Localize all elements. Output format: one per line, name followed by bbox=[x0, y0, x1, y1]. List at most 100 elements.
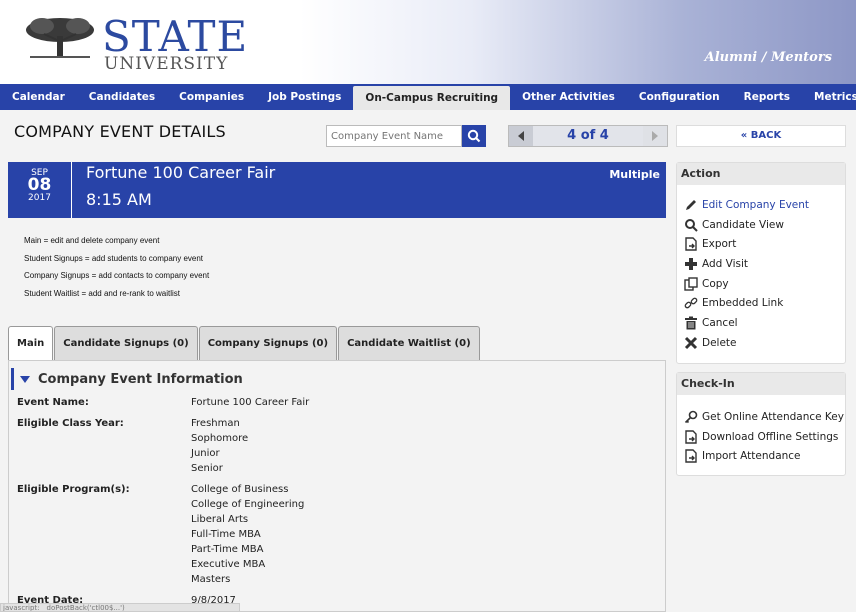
action-label: Copy bbox=[702, 277, 729, 290]
legend-item: Student Signups = add students to compan… bbox=[24, 253, 204, 263]
legend-item: Company Signups = add contacts to compan… bbox=[24, 271, 210, 280]
program-list: College of Business College of Engineeri… bbox=[191, 482, 304, 587]
embedded-link-action[interactable]: Embedded Link bbox=[677, 293, 845, 313]
nav-other-activities[interactable]: Other Activities bbox=[510, 84, 627, 110]
pager-prev-button[interactable] bbox=[509, 126, 533, 146]
plus-icon bbox=[683, 257, 699, 271]
section-toggle[interactable]: Company Event Information bbox=[11, 368, 663, 390]
nav-metrics[interactable]: Metrics bbox=[802, 84, 856, 110]
nav-job-postings[interactable]: Job Postings bbox=[256, 84, 353, 110]
arrow-left-icon bbox=[518, 131, 524, 141]
action-label: Add Visit bbox=[702, 257, 749, 270]
back-button[interactable]: « BACK bbox=[676, 125, 846, 147]
field-row: Eligible Program(s): College of Business… bbox=[17, 482, 657, 587]
checkin-panel: Check-In Get Online Attendance Key Downl… bbox=[676, 372, 846, 476]
checkin-panel-title: Check-In bbox=[677, 373, 845, 395]
nav-candidates[interactable]: Candidates bbox=[77, 84, 167, 110]
nav-calendar[interactable]: Calendar bbox=[0, 84, 77, 110]
pencil-icon bbox=[683, 198, 699, 212]
event-year: 2017 bbox=[28, 193, 51, 203]
tab-candidate-waitlist[interactable]: Candidate Waitlist (0) bbox=[338, 326, 480, 360]
arrow-right-icon bbox=[652, 131, 658, 141]
action-label: Import Attendance bbox=[702, 450, 801, 463]
university-logo[interactable]: STATE UNIVERSITY bbox=[20, 4, 247, 78]
tab-company-signups[interactable]: Company Signups (0) bbox=[198, 326, 338, 360]
action-label: Export bbox=[702, 238, 737, 251]
tab-candidate-signups[interactable]: Candidate Signups (0) bbox=[54, 326, 198, 360]
class-year-list: Freshman Sophomore Junior Senior bbox=[191, 416, 248, 476]
program-item: Full-Time MBA bbox=[191, 529, 261, 540]
search-icon bbox=[467, 129, 481, 143]
section-title: Company Event Information bbox=[38, 371, 243, 387]
nav-on-campus-recruiting[interactable]: On-Campus Recruiting bbox=[353, 86, 511, 110]
search-button[interactable] bbox=[462, 125, 486, 147]
field-row: Eligible Class Year: Freshman Sophomore … bbox=[17, 416, 657, 476]
add-visit-action[interactable]: Add Visit bbox=[677, 254, 845, 274]
program-item: College of Engineering bbox=[191, 499, 305, 510]
pager-next-button[interactable] bbox=[643, 126, 667, 146]
import-icon bbox=[683, 449, 699, 463]
field-label: Eligible Class Year: bbox=[17, 418, 124, 429]
export-icon bbox=[683, 237, 699, 251]
event-tabs: Main Candidate Signups (0) Company Signu… bbox=[8, 326, 481, 360]
trash-icon bbox=[683, 316, 699, 330]
legend-item: Main = edit and delete company event bbox=[24, 236, 160, 245]
action-panel-title: Action bbox=[677, 163, 845, 185]
site-header: STATE UNIVERSITY Alumni / Mentors bbox=[0, 0, 856, 84]
tab-legend: Main = edit and delete company event Stu… bbox=[24, 232, 209, 302]
nav-companies[interactable]: Companies bbox=[167, 84, 256, 110]
program-item: Liberal Arts bbox=[191, 514, 249, 525]
action-label: Candidate View bbox=[702, 218, 784, 231]
portal-name: Alumni / Mentors bbox=[704, 50, 832, 65]
copy-icon bbox=[683, 276, 699, 291]
record-pager: 4 of 4 bbox=[508, 125, 668, 147]
legend-item: Student Waitlist = add and re-rank to wa… bbox=[24, 288, 180, 298]
magnifier-icon bbox=[683, 218, 699, 232]
event-name-value: Fortune 100 Career Fair bbox=[191, 397, 310, 408]
key-icon bbox=[683, 410, 699, 424]
field-label: Eligible Program(s): bbox=[17, 484, 130, 495]
tree-logo-icon bbox=[26, 18, 94, 58]
download-icon bbox=[683, 429, 699, 444]
class-year-item: Junior bbox=[191, 448, 220, 459]
nav-reports[interactable]: Reports bbox=[732, 84, 802, 110]
page-title: COMPANY EVENT DETAILS bbox=[14, 122, 226, 141]
program-item: College of Business bbox=[191, 484, 289, 495]
action-label: Cancel bbox=[702, 316, 738, 329]
link-icon bbox=[683, 296, 699, 310]
event-date-box: SEP 08 2017 bbox=[8, 162, 72, 218]
program-item: Part-Time MBA bbox=[191, 544, 264, 555]
cancel-action[interactable]: Cancel bbox=[677, 313, 845, 333]
delete-action[interactable]: Delete bbox=[677, 333, 845, 353]
export-action[interactable]: Export bbox=[677, 234, 845, 254]
field-row: Event Name: Fortune 100 Career Fair bbox=[17, 395, 657, 410]
action-panel: Action Edit Company Event Candidate View… bbox=[676, 162, 846, 364]
class-year-item: Senior bbox=[191, 463, 223, 474]
event-search-input[interactable] bbox=[326, 125, 462, 147]
get-online-attendance-key-action[interactable]: Get Online Attendance Key bbox=[677, 407, 845, 427]
class-year-item: Sophomore bbox=[191, 433, 249, 444]
copy-action[interactable]: Copy bbox=[677, 274, 845, 294]
class-year-item: Freshman bbox=[191, 418, 240, 429]
program-item: Executive MBA bbox=[191, 559, 266, 570]
collapse-triangle-icon bbox=[20, 375, 30, 383]
field-label: Event Name: bbox=[17, 397, 89, 408]
edit-company-event-action[interactable]: Edit Company Event bbox=[677, 195, 845, 215]
download-offline-settings-action[interactable]: Download Offline Settings bbox=[677, 427, 845, 447]
browser-status-bar: javascript:__doPostBack('ctl00$...') bbox=[0, 603, 240, 612]
action-label: Download Offline Settings bbox=[702, 430, 839, 443]
event-banner: SEP 08 2017 Fortune 100 Career Fair 8:15… bbox=[8, 162, 666, 218]
import-attendance-action[interactable]: Import Attendance bbox=[677, 446, 845, 466]
tab-main[interactable]: Main bbox=[8, 326, 54, 360]
x-icon bbox=[683, 336, 699, 350]
tab-content: Company Event Information Event Name: Fo… bbox=[8, 360, 666, 612]
action-label: Edit Company Event bbox=[702, 198, 810, 211]
logo-university-text: UNIVERSITY bbox=[104, 54, 229, 74]
event-search bbox=[326, 125, 486, 147]
event-time: 8:15 AM bbox=[86, 190, 152, 209]
action-label: Get Online Attendance Key bbox=[702, 410, 844, 423]
main-nav: Calendar Candidates Companies Job Postin… bbox=[0, 84, 856, 110]
event-title: Fortune 100 Career Fair bbox=[86, 163, 276, 182]
nav-configuration[interactable]: Configuration bbox=[627, 84, 732, 110]
candidate-view-action[interactable]: Candidate View bbox=[677, 215, 845, 235]
